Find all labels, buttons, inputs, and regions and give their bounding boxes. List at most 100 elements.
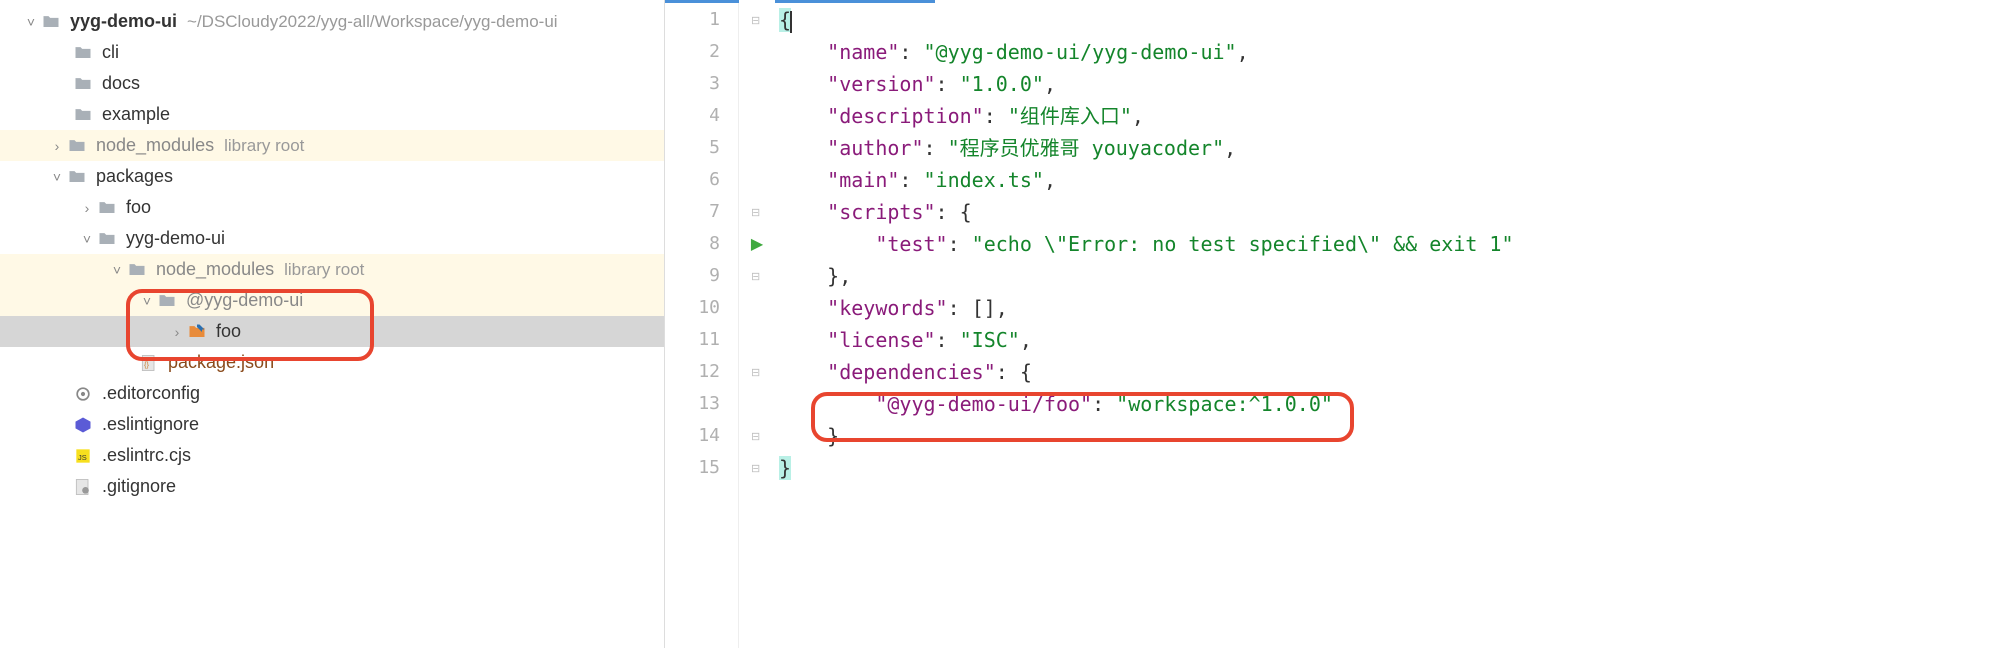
margin-marker: ⊟ xyxy=(739,196,775,228)
tree-item-example[interactable]: example xyxy=(0,99,664,130)
line-number: 5 xyxy=(665,132,738,164)
folder-label: node_modules xyxy=(96,135,214,156)
folder-label: foo xyxy=(216,321,241,342)
line-number: 13 xyxy=(665,388,738,420)
code-line[interactable]: "test": "echo \"Error: no test specified… xyxy=(775,228,1996,260)
svg-text:JS: JS xyxy=(78,453,87,462)
folder-label: yyg-demo-ui xyxy=(126,228,225,249)
project-name: yyg-demo-ui xyxy=(70,11,177,32)
line-number: 6 xyxy=(665,164,738,196)
tree-item-docs[interactable]: docs xyxy=(0,68,664,99)
editor-margin: ⊟ ⊟ ▶ ⊟ ⊟ ⊟ ⊟ xyxy=(739,0,775,648)
margin-marker: ▶ xyxy=(739,228,775,260)
folder-icon xyxy=(40,11,62,33)
margin-marker xyxy=(739,324,775,356)
file-tree[interactable]: ˅ yyg-demo-ui ~/DSCloudy2022/yyg-all/Wor… xyxy=(0,0,665,648)
margin-marker: ⊟ xyxy=(739,260,775,292)
tree-item-eslintrc[interactable]: JS .eslintrc.cjs xyxy=(0,440,664,471)
file-label: .eslintrc.cjs xyxy=(102,445,191,466)
line-number: 14 xyxy=(665,420,738,452)
folder-link-icon xyxy=(186,321,208,343)
chevron-right-icon: › xyxy=(168,324,186,340)
folder-label: docs xyxy=(102,73,140,94)
tree-item-inner-node-modules[interactable]: ˅ node_modules library root xyxy=(0,254,664,285)
code-line[interactable]: } xyxy=(775,420,1996,452)
code-line[interactable]: "author": "程序员优雅哥 youyacoder", xyxy=(775,132,1996,164)
code-line[interactable]: "name": "@yyg-demo-ui/yyg-demo-ui", xyxy=(775,36,1996,68)
project-path: ~/DSCloudy2022/yyg-all/Workspace/yyg-dem… xyxy=(187,12,558,32)
line-number: 12 xyxy=(665,356,738,388)
margin-marker xyxy=(739,164,775,196)
code-line[interactable]: }, xyxy=(775,260,1996,292)
margin-marker: ⊟ xyxy=(739,4,775,36)
fold-end-icon: ⊟ xyxy=(751,430,763,442)
fold-icon[interactable]: ⊟ xyxy=(751,206,763,218)
fold-icon[interactable]: ⊟ xyxy=(751,14,763,26)
chevron-down-icon: ˅ xyxy=(48,169,66,185)
code-area[interactable]: { "name": "@yyg-demo-ui/yyg-demo-ui", "v… xyxy=(775,0,1996,648)
tree-item-scoped-package[interactable]: ˅ @yyg-demo-ui xyxy=(0,285,664,316)
code-line[interactable]: "@yyg-demo-ui/foo": "workspace:^1.0.0" xyxy=(775,388,1996,420)
tree-item-eslintignore[interactable]: .eslintignore xyxy=(0,409,664,440)
folder-icon xyxy=(96,228,118,250)
line-number: 2 xyxy=(665,36,738,68)
line-number: 1 xyxy=(665,4,738,36)
run-gutter-icon[interactable]: ▶ xyxy=(751,234,763,254)
svg-text:{}: {} xyxy=(144,360,150,369)
line-number: 11 xyxy=(665,324,738,356)
folder-label: example xyxy=(102,104,170,125)
chevron-down-icon: ˅ xyxy=(108,262,126,278)
code-line[interactable]: { xyxy=(775,4,1996,36)
tree-item-packages-foo[interactable]: › foo xyxy=(0,192,664,223)
code-line[interactable]: "version": "1.0.0", xyxy=(775,68,1996,100)
margin-marker xyxy=(739,132,775,164)
margin-marker xyxy=(739,100,775,132)
tree-root-row[interactable]: ˅ yyg-demo-ui ~/DSCloudy2022/yyg-all/Wor… xyxy=(0,6,664,37)
line-number: 9 xyxy=(665,260,738,292)
folder-icon xyxy=(72,104,94,126)
code-line[interactable]: } xyxy=(775,452,1996,484)
code-line[interactable]: "keywords": [], xyxy=(775,292,1996,324)
code-line[interactable]: "main": "index.ts", xyxy=(775,164,1996,196)
line-number: 7 xyxy=(665,196,738,228)
folder-label: cli xyxy=(102,42,119,63)
chevron-right-icon: › xyxy=(78,200,96,216)
folder-icon xyxy=(72,73,94,95)
folder-label: @yyg-demo-ui xyxy=(186,290,303,311)
tree-item-cli[interactable]: cli xyxy=(0,37,664,68)
margin-marker xyxy=(739,388,775,420)
margin-marker xyxy=(739,68,775,100)
file-label: .gitignore xyxy=(102,476,176,497)
line-number: 4 xyxy=(665,100,738,132)
file-label: package.json xyxy=(168,352,274,373)
tree-item-gitignore[interactable]: .gitignore xyxy=(0,471,664,502)
tree-item-package-json[interactable]: {} package.json xyxy=(0,347,664,378)
code-line[interactable]: "license": "ISC", xyxy=(775,324,1996,356)
margin-marker: ⊟ xyxy=(739,452,775,484)
gear-icon xyxy=(72,383,94,405)
eslint-icon xyxy=(72,414,94,436)
code-line[interactable]: "scripts": { xyxy=(775,196,1996,228)
fold-icon[interactable]: ⊟ xyxy=(751,366,763,378)
tree-item-packages-yyg-demo-ui[interactable]: ˅ yyg-demo-ui xyxy=(0,223,664,254)
folder-icon xyxy=(156,290,178,312)
margin-marker xyxy=(739,292,775,324)
code-line[interactable]: "description": "组件库入口", xyxy=(775,100,1996,132)
tree-item-packages[interactable]: ˅ packages xyxy=(0,161,664,192)
js-file-icon: JS xyxy=(72,445,94,467)
tree-item-node-modules[interactable]: › node_modules library root xyxy=(0,130,664,161)
fold-end-icon: ⊟ xyxy=(751,462,763,474)
tree-item-linked-foo[interactable]: › foo xyxy=(0,316,664,347)
code-line[interactable]: "dependencies": { xyxy=(775,356,1996,388)
library-root-label: library root xyxy=(224,136,304,156)
folder-label: foo xyxy=(126,197,151,218)
chevron-down-icon: ˅ xyxy=(78,231,96,247)
line-number: 8 xyxy=(665,228,738,260)
code-editor[interactable]: 123456789101112131415 ⊟⊟▶⊟⊟⊟⊟ { "name": … xyxy=(665,0,1996,648)
folder-icon xyxy=(66,135,88,157)
fold-end-icon: ⊟ xyxy=(751,270,763,282)
tree-item-editorconfig[interactable]: .editorconfig xyxy=(0,378,664,409)
folder-icon xyxy=(126,259,148,281)
chevron-right-icon: › xyxy=(48,138,66,154)
line-number: 15 xyxy=(665,452,738,484)
